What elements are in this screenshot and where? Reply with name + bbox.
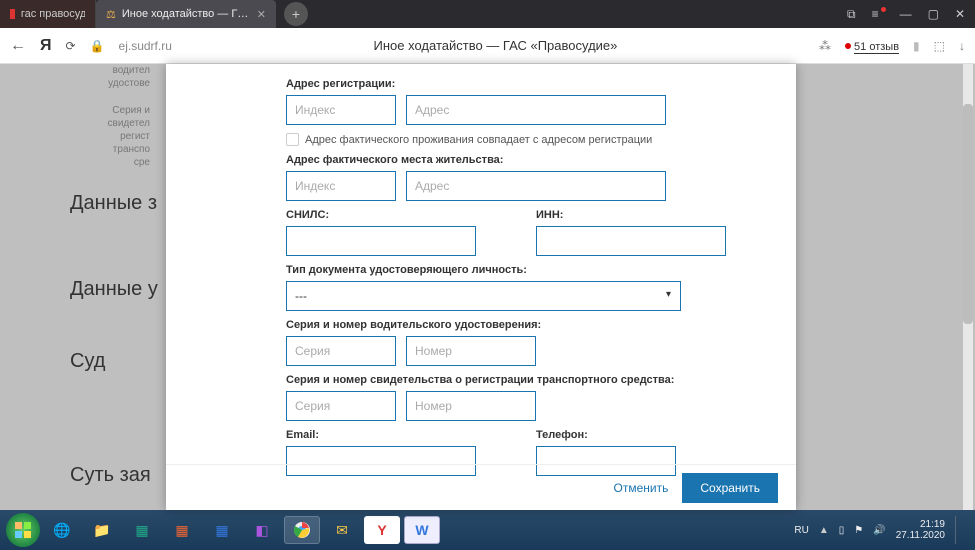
section-heading-court: Суд [70, 350, 105, 373]
tray-volume-icon[interactable]: 🔊 [873, 525, 885, 536]
modal-dialog: Адрес регистрации: Адрес фактического пр… [166, 64, 796, 510]
label-email: Email: [286, 429, 476, 441]
address-bar: ← Я ⟳ 🔒 ej.sudrf.ru Иное ходатайство — Г… [0, 28, 975, 64]
task-chrome-icon[interactable] [284, 516, 320, 544]
clock[interactable]: 21:19 27.11.2020 [896, 519, 945, 541]
clock-date: 27.11.2020 [896, 530, 945, 541]
bookmark-icon[interactable]: ▮ [913, 39, 920, 53]
tab-close-icon[interactable]: ✕ [257, 8, 266, 21]
reg-address-input[interactable] [406, 95, 666, 125]
reviews-link[interactable]: 51 отзыв [845, 39, 899, 53]
same-address-label: Адрес фактического проживания совпадает … [305, 134, 652, 146]
doc-type-select[interactable]: --- [286, 281, 681, 311]
lock-icon: 🔒 [90, 39, 105, 53]
label-fact-address: Адрес фактического места жительства: [286, 154, 774, 166]
tab-label: Иное ходатайство — Г… [122, 8, 248, 20]
task-word-icon[interactable]: ▦ [204, 516, 240, 544]
label-snils: СНИЛС: [286, 209, 476, 221]
sts-number-input[interactable] [406, 391, 536, 421]
tray-expand-icon[interactable]: ▲ [819, 525, 829, 536]
same-address-checkbox[interactable] [286, 133, 299, 146]
clock-time: 21:19 [896, 519, 945, 530]
label-inn: ИНН: [536, 209, 726, 221]
extensions-icon[interactable]: ⬚ [934, 39, 945, 53]
menu-icon[interactable]: ≡ [872, 7, 884, 22]
task-word-doc-icon[interactable]: W [404, 516, 440, 544]
inn-input[interactable] [536, 226, 726, 256]
task-app-icon[interactable]: ◧ [244, 516, 280, 544]
browser-tab-strip: гас правосудие официаль ⚖ Иное ходатайст… [0, 0, 975, 28]
task-mail-icon[interactable]: ✉ [324, 516, 360, 544]
copy-icon[interactable]: ⧉ [847, 7, 856, 22]
label-phone: Телефон: [536, 429, 676, 441]
task-yandex-icon[interactable]: Y [364, 516, 400, 544]
modal-footer: Отменить Сохранить [166, 464, 796, 510]
section-heading-participant: Данные у [70, 278, 158, 301]
save-button[interactable]: Сохранить [682, 473, 778, 503]
reload-icon[interactable]: ⟳ [66, 39, 76, 53]
task-explorer-icon[interactable]: 📁 [84, 516, 120, 544]
section-heading-applicant: Данные з [70, 192, 157, 215]
scrollbar-thumb[interactable] [963, 104, 973, 324]
page-background: водител удостове Серия и свидетел регист… [0, 64, 975, 510]
label-vehicle-reg: Серия и номер свидетельства о регистраци… [286, 374, 774, 386]
start-button[interactable] [6, 513, 40, 547]
drv-number-input[interactable] [406, 336, 536, 366]
label-doc-type: Тип документа удостоверяющего личность: [286, 264, 774, 276]
task-excel-icon[interactable]: ▦ [124, 516, 160, 544]
translate-icon[interactable]: ⁂ [819, 39, 831, 53]
favicon-yandex [10, 9, 15, 19]
cancel-button[interactable]: Отменить [614, 481, 669, 495]
fact-address-input[interactable] [406, 171, 666, 201]
new-tab-button[interactable]: + [284, 2, 308, 26]
label-driver-license: Серия и номер водительского удостоверени… [286, 319, 774, 331]
sts-series-input[interactable] [286, 391, 396, 421]
back-icon[interactable]: ← [10, 37, 26, 55]
close-window-icon[interactable]: ✕ [955, 7, 965, 22]
page-title: Иное ходатайство — ГАС «Правосудие» [186, 38, 805, 53]
tray-action-center-icon[interactable]: ▯ [839, 525, 845, 536]
tab-inactive[interactable]: гас правосудие официаль [0, 0, 96, 28]
task-powerpoint-icon[interactable]: ▦ [164, 516, 200, 544]
minimize-icon[interactable]: — [900, 7, 912, 22]
fact-index-input[interactable] [286, 171, 396, 201]
reg-index-input[interactable] [286, 95, 396, 125]
task-ie-icon[interactable]: 🌐 [44, 516, 80, 544]
snils-input[interactable] [286, 226, 476, 256]
show-desktop-button[interactable] [955, 516, 963, 544]
url-text[interactable]: ej.sudrf.ru [119, 39, 172, 53]
lang-indicator[interactable]: RU [794, 525, 808, 536]
section-heading-essence: Суть зая [70, 464, 151, 487]
tab-active[interactable]: ⚖ Иное ходатайство — Г… ✕ [96, 0, 276, 28]
window-controls: ⧉ ≡ — ▢ ✕ [847, 7, 975, 22]
favicon-scales-icon: ⚖ [106, 8, 116, 21]
taskbar: 🌐 📁 ▦ ▦ ▦ ◧ ✉ Y W RU ▲ ▯ ⚑ 🔊 21:19 27.11… [0, 510, 975, 550]
maximize-icon[interactable]: ▢ [928, 7, 939, 22]
label-reg-address: Адрес регистрации: [286, 78, 774, 90]
yandex-logo-icon[interactable]: Я [40, 37, 52, 55]
download-icon[interactable]: ↓ [959, 39, 965, 53]
tab-label: гас правосудие официаль [21, 8, 85, 20]
drv-series-input[interactable] [286, 336, 396, 366]
sidebar-partial-text: водител удостове Серия и свидетел регист… [70, 64, 150, 169]
tray-flag-icon[interactable]: ⚑ [854, 525, 863, 536]
